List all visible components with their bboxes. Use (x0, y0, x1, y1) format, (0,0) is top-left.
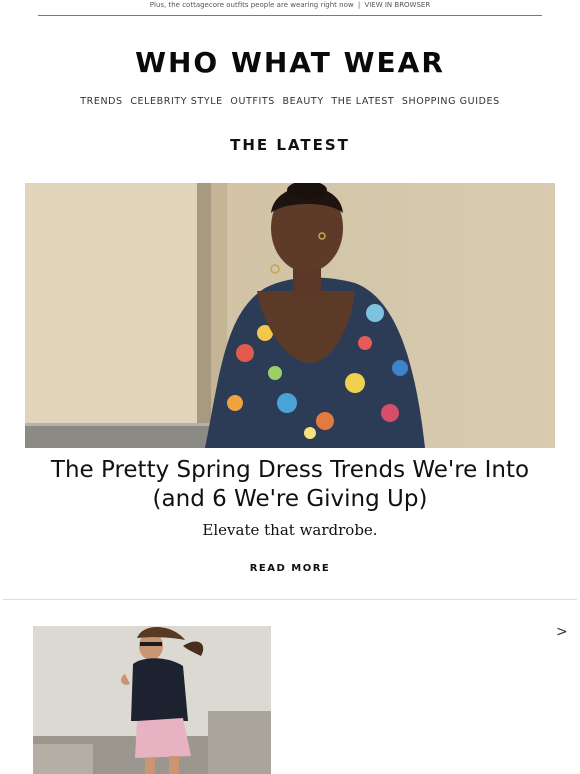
nav-item-shopping-guides[interactable]: SHOPPING GUIDES (402, 96, 500, 107)
nav-item-celebrity-style[interactable]: CELEBRITY STYLE (130, 96, 222, 107)
feature-headline-line-1[interactable]: The Pretty Spring Dress Trends We're Int… (51, 457, 529, 483)
feature-image[interactable] (25, 183, 555, 448)
nav-item-trends[interactable]: TRENDS (80, 96, 122, 107)
read-more-button[interactable]: READ MORE (0, 563, 580, 574)
section-divider (3, 599, 577, 600)
preheader-separator: | (357, 1, 361, 9)
nav-item-the-latest[interactable]: THE LATEST (331, 96, 394, 107)
woman-in-pink-skirt-photo (33, 626, 271, 774)
next-arrow-icon[interactable]: > (556, 624, 568, 640)
view-in-browser-link[interactable]: VIEW IN BROWSER (364, 1, 430, 9)
woman-in-floral-dress-photo (25, 183, 555, 448)
nav-item-outfits[interactable]: OUTFITS (230, 96, 275, 107)
brand-logo[interactable]: WHO WHAT WEAR (0, 46, 580, 79)
section-title: THE LATEST (230, 136, 350, 154)
nav-item-beauty[interactable]: BEAUTY (283, 96, 324, 107)
preheader-bar: Plus, the cottagecore outfits people are… (38, 0, 542, 16)
next-story-image[interactable] (33, 626, 271, 774)
feature-headline[interactable]: The Pretty Spring Dress Trends We're Int… (40, 456, 540, 514)
feature-dek: Elevate that wardrobe. (202, 521, 378, 539)
feature-headline-line-2[interactable]: (and 6 We're Giving Up) (153, 486, 428, 512)
main-nav: TRENDS CELEBRITY STYLE OUTFITS BEAUTY TH… (0, 96, 580, 107)
preheader-text: Plus, the cottagecore outfits people are… (149, 1, 354, 9)
